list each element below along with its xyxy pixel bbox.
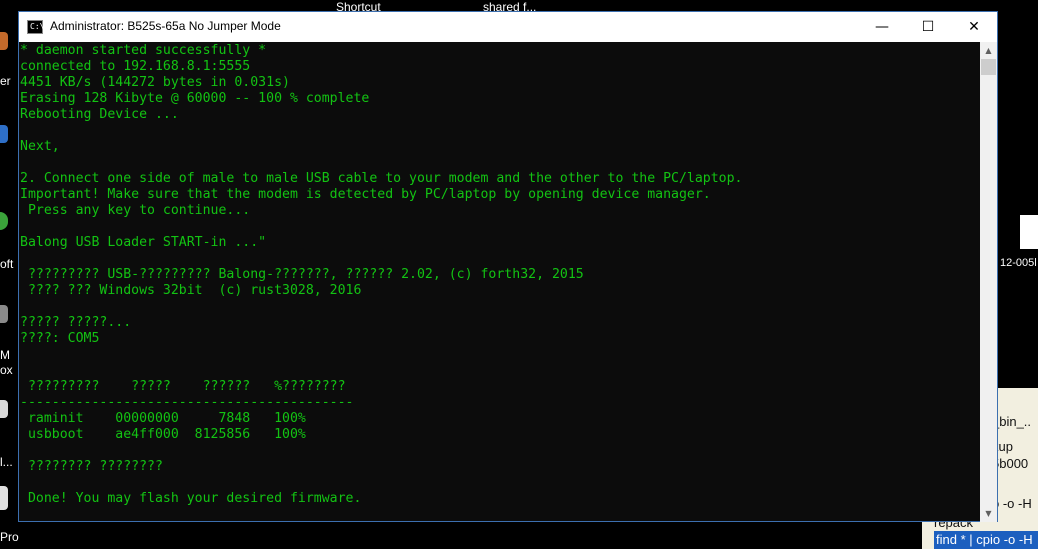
console-line: ????: COM5	[20, 331, 100, 346]
console-line: Rebooting Device ...	[20, 107, 179, 122]
console-line: ????????? USB-????????? Balong-???????, …	[20, 267, 584, 282]
console-line: raminit 00000000 7848 100%	[20, 411, 306, 426]
desktop-icon-label[interactable]: Pro	[0, 530, 19, 544]
desktop-icon[interactable]	[0, 400, 8, 418]
console-line: Erasing 128 Kibyte @ 60000 -- 100 % comp…	[20, 91, 370, 106]
close-button[interactable]: ✕	[951, 12, 997, 42]
desktop-icon-label[interactable]: ox	[0, 363, 13, 377]
minimize-button[interactable]: —	[859, 12, 905, 42]
editor-selected-line: find * | cpio -o -H	[934, 531, 1038, 549]
desktop-icon[interactable]	[0, 305, 8, 323]
maximize-button[interactable]: ☐	[905, 12, 951, 42]
desktop-icon[interactable]	[0, 32, 8, 50]
console-line: Important! Make sure that the modem is d…	[20, 187, 711, 202]
desktop-icon-label[interactable]: l...	[0, 455, 13, 469]
console-line: ----------------------------------------…	[20, 395, 354, 410]
desktop-file-icon[interactable]	[1020, 215, 1038, 249]
console-line: ???????? ????????	[20, 459, 163, 474]
console-app-icon[interactable]: C:\	[27, 20, 44, 34]
scroll-down-arrow-icon[interactable]: ▼	[980, 505, 997, 522]
console-line: 2. Connect one side of male to male USB …	[20, 171, 743, 186]
console-line: Press any key to continue...	[20, 203, 251, 218]
vertical-scrollbar[interactable]: ▲ ▼	[980, 42, 997, 522]
console-line: usbboot ae4ff000 8125856 100%	[20, 427, 306, 442]
scrollbar-thumb[interactable]	[981, 59, 996, 75]
scroll-up-arrow-icon[interactable]: ▲	[980, 42, 997, 59]
window-title: Administrator: B525s-65a No Jumper Mode	[50, 19, 281, 33]
desktop-file-label[interactable]: 12-005l	[1000, 257, 1037, 269]
console-line: ????? ?????...	[20, 315, 132, 330]
desktop-icon-label[interactable]: oft	[0, 257, 13, 271]
title-bar[interactable]: C:\ Administrator: B525s-65a No Jumper M…	[19, 12, 997, 42]
console-window[interactable]: C:\ Administrator: B525s-65a No Jumper M…	[18, 11, 998, 522]
desktop-icon[interactable]	[0, 486, 8, 510]
console-line: * daemon started successfully *	[20, 43, 267, 58]
console-line: ????????? ????? ?????? %????????	[20, 379, 346, 394]
console-output[interactable]: * daemon started successfully * connected…	[19, 42, 979, 522]
desktop-icon[interactable]	[0, 125, 8, 143]
console-line: Next,	[20, 139, 60, 154]
console-text: * daemon started successfully * connected…	[20, 43, 979, 507]
console-line: 4451 KB/s (144272 bytes in 0.031s)	[20, 75, 290, 90]
console-line: connected to 192.168.8.1:5555	[20, 59, 251, 74]
console-line: ???? ??? Windows 32bit (c) rust3028, 201…	[20, 283, 362, 298]
console-line: Balong USB Loader START-in ..."	[20, 235, 267, 250]
console-line: Done! You may flash your desired firmwar…	[20, 491, 362, 506]
desktop-icon-label[interactable]: M	[0, 348, 10, 362]
desktop-icon-label[interactable]: er	[0, 74, 11, 88]
desktop-icon[interactable]	[0, 212, 8, 230]
